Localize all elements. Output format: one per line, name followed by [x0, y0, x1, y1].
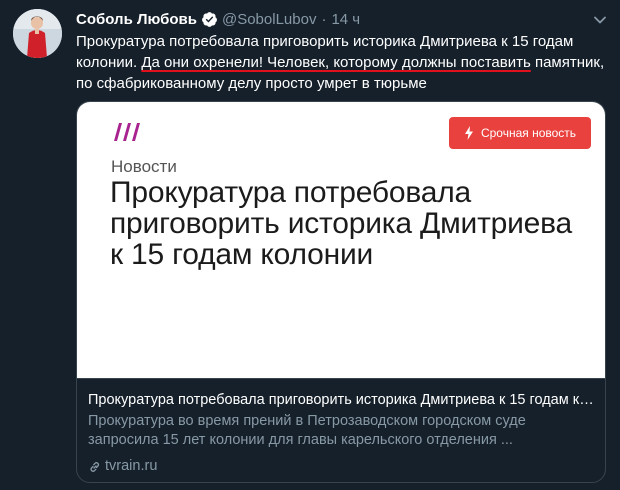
- chevron-down-icon[interactable]: [592, 12, 608, 28]
- separator-dot: ·: [321, 10, 327, 28]
- card-domain[interactable]: tvrain.ru: [88, 457, 157, 476]
- link-card[interactable]: Срочная новость Новости Прокуратура потр…: [76, 101, 606, 483]
- breaking-news-label: Срочная новость: [480, 126, 577, 140]
- avatar[interactable]: [13, 9, 62, 58]
- tweet-text-part-2: Да они охренели! Человек, которому должн…: [141, 54, 531, 71]
- card-divider: [77, 378, 605, 379]
- link-icon: [90, 461, 100, 472]
- avatar-photo: [13, 9, 62, 58]
- verified-badge-icon: [202, 11, 217, 27]
- card-title[interactable]: Прокуратура потребовала приговорить исто…: [88, 391, 598, 410]
- breaking-news-badge: Срочная новость: [449, 117, 591, 149]
- author-handle[interactable]: @SobolLubov: [222, 11, 316, 28]
- author-name[interactable]: Соболь Любовь: [76, 11, 197, 28]
- tweet-text: Прокуратура потребовала приговорить исто…: [76, 31, 611, 94]
- lightning-icon: [464, 126, 473, 140]
- tweet-header: Соболь Любовь @SobolLubov · 14 ч: [76, 9, 580, 29]
- card-description: Прокуратура во время прений в Петрозавод…: [88, 413, 526, 448]
- card-image: Срочная новость Новости Прокуратура потр…: [77, 102, 605, 378]
- card-image-headline: Прокуратура потребовала приговорить исто…: [110, 176, 573, 271]
- tweet-time[interactable]: 14 ч: [331, 11, 360, 28]
- news-section-label: Новости: [111, 157, 177, 176]
- tvrain-logo-icon: [114, 123, 140, 141]
- card-domain-text: tvrain.ru: [105, 458, 158, 474]
